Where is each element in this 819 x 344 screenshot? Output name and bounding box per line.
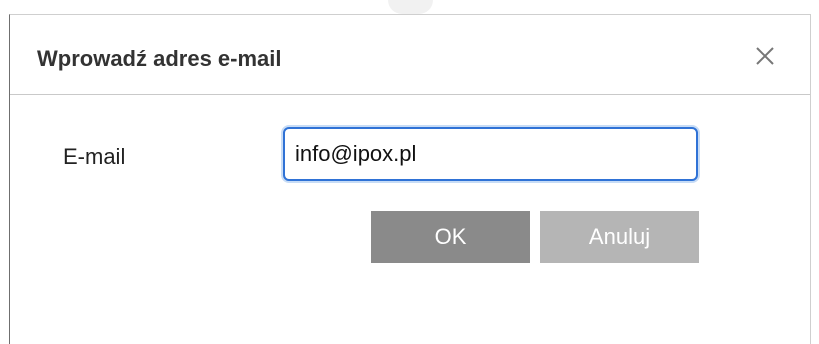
cancel-button[interactable]: Anuluj <box>540 211 699 263</box>
close-icon[interactable] <box>754 45 776 67</box>
email-dialog: Wprowadź adres e-mail E-mail OK Anuluj <box>9 14 811 344</box>
dialog-header: Wprowadź adres e-mail <box>10 15 810 95</box>
dialog-title: Wprowadź adres e-mail <box>37 46 282 71</box>
email-label: E-mail <box>63 144 126 169</box>
email-field[interactable] <box>283 127 698 181</box>
background-shape <box>388 0 433 14</box>
ok-button[interactable]: OK <box>371 211 530 263</box>
